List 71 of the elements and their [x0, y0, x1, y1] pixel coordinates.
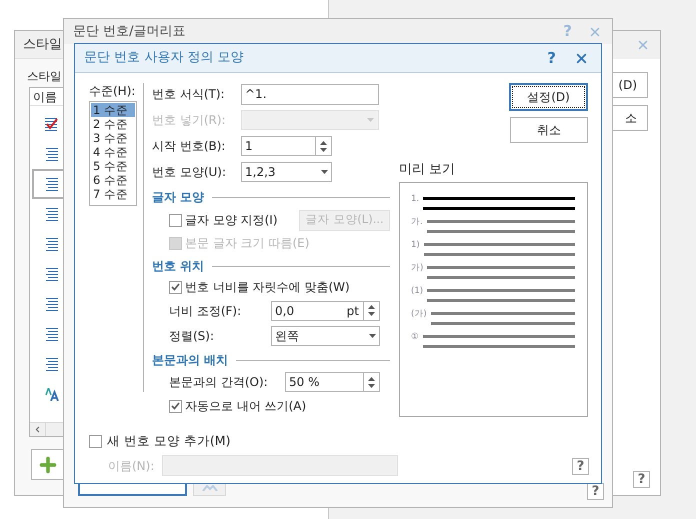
- field-label: 시작 번호(B):: [152, 138, 226, 155]
- paragraph-style-icon: [46, 298, 58, 310]
- section-heading: 본문과의 배치: [152, 352, 228, 369]
- tool-icon: [202, 484, 218, 490]
- paragraph-style-icon: [46, 268, 58, 280]
- preview-label: 미리 보기: [399, 162, 456, 178]
- preview-number: 1): [411, 240, 420, 250]
- ok-button[interactable]: 설정(D): [509, 83, 588, 111]
- checkbox-label: 자동으로 내어 쓰기(A): [185, 398, 306, 415]
- dialog-title: 문단 번호 사용자 정의 모양: [84, 49, 244, 68]
- spacing-field[interactable]: 50 %: [285, 372, 380, 392]
- checkbox[interactable]: [169, 214, 182, 226]
- level-item[interactable]: 3 수준: [91, 131, 135, 145]
- field-label: 번호 넣기(R):: [152, 112, 227, 129]
- preview-number: 1.: [411, 194, 420, 204]
- checkbox-label: 본문 글자 크기 따름(E): [185, 235, 310, 252]
- level-item[interactable]: 4 수준: [91, 145, 135, 159]
- field-label: 본문과의 간격(O):: [169, 374, 269, 391]
- paragraph-style-icon: [46, 358, 58, 370]
- unit-label: pt: [346, 302, 360, 320]
- window-title: 스타일: [23, 36, 62, 54]
- add-style-button[interactable]: [31, 449, 64, 480]
- checkbox[interactable]: [169, 400, 182, 412]
- paragraph-style-icon: [46, 208, 58, 220]
- paragraph-style-icon: [46, 148, 58, 160]
- level-item[interactable]: 7 수준: [91, 187, 135, 201]
- scroll-left-icon: [33, 425, 42, 434]
- field-label: 정렬(S):: [169, 328, 216, 344]
- start-number-field[interactable]: 1: [241, 136, 332, 156]
- preview-number: 가): [411, 263, 424, 273]
- help-button[interactable]: ?: [587, 483, 604, 500]
- level-list[interactable]: 1 수준 2 수준 3 수준 4 수준 5 수준 6 수준 7 수준: [89, 101, 137, 206]
- preview-number: 가.: [411, 217, 423, 227]
- style-label: 스타일: [27, 68, 62, 84]
- level-item[interactable]: 2 수준: [91, 117, 135, 131]
- help-button[interactable]: ?: [572, 458, 589, 475]
- help-button[interactable]: ?: [633, 471, 650, 488]
- checkbox[interactable]: [89, 434, 102, 448]
- level-item[interactable]: 5 수준: [91, 159, 135, 173]
- format-field[interactable]: ^1.: [241, 84, 379, 104]
- checkbox[interactable]: [169, 280, 182, 294]
- preview-number: (가): [411, 309, 427, 319]
- character-style-icon: [45, 388, 59, 400]
- window-title: 문단 번호/글머리표: [73, 22, 186, 41]
- paragraph-style-icon: [46, 238, 58, 250]
- dropdown-caret-icon: [369, 334, 376, 338]
- field-label: 번호 모양(U):: [152, 164, 228, 181]
- align-dropdown[interactable]: 왼쪽: [271, 326, 380, 346]
- dropdown-caret-icon: [367, 118, 374, 122]
- checkbox-label: 글자 모양 지정(I): [185, 212, 279, 229]
- width-adjust-field[interactable]: 0,0 pt: [271, 300, 380, 320]
- paragraph-style-icon: [46, 328, 58, 340]
- paragraph-style-icon: [46, 178, 58, 190]
- field-label: 번호 서식(T):: [152, 86, 226, 103]
- level-item[interactable]: 6 수준: [91, 173, 135, 187]
- number-shape-dropdown[interactable]: 1,2,3: [241, 162, 332, 182]
- section-heading: 번호 위치: [152, 258, 204, 275]
- preview-number: ①: [411, 332, 419, 342]
- field-label: 너비 조정(F):: [169, 302, 242, 320]
- preview-number: (1): [411, 286, 424, 296]
- level-item[interactable]: 1 수준: [91, 103, 135, 117]
- checked-style-icon: [45, 118, 59, 130]
- section-heading: 글자 모양: [152, 189, 204, 206]
- dropdown-caret-icon: [321, 170, 328, 174]
- levels-label: 수준(H):: [89, 83, 136, 99]
- checkbox-label: 번호 너비를 자릿수에 맞춤(W): [185, 279, 350, 296]
- field-label: 이름(N):: [108, 458, 156, 474]
- help-icon[interactable]: ?: [547, 50, 556, 66]
- cancel-button[interactable]: 취소: [510, 117, 588, 143]
- column-header[interactable]: 이름: [33, 88, 57, 106]
- checkbox-label: 새 번호 모양 추가(M): [107, 432, 230, 450]
